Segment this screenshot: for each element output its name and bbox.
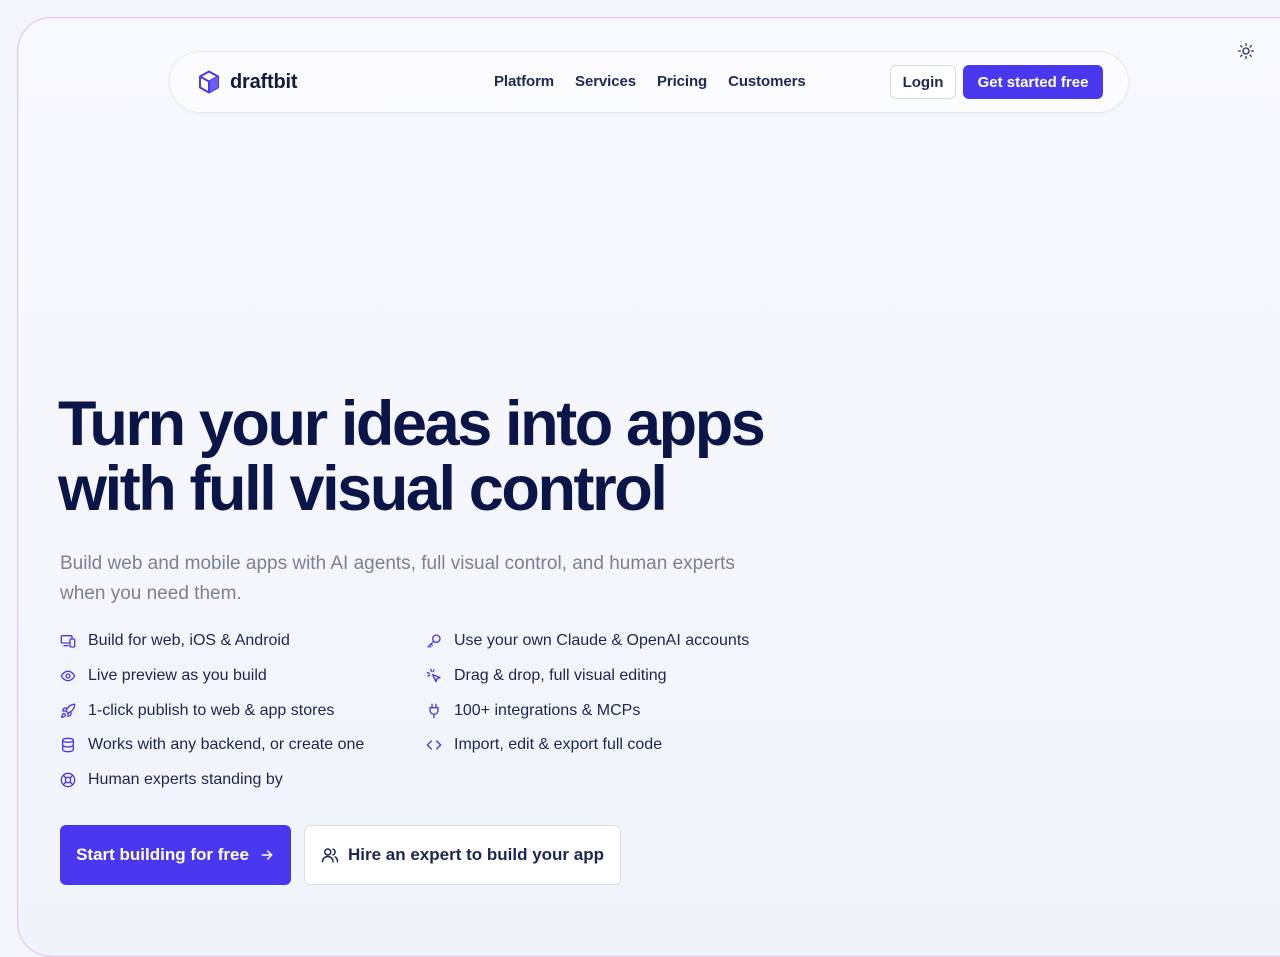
cube-logo-icon	[199, 70, 219, 94]
feature-item: Build for web, iOS & Android	[60, 632, 290, 650]
feature-item: Works with any backend, or create one	[60, 736, 364, 754]
theme-toggle-button[interactable]	[1235, 40, 1257, 62]
nav-link-customers[interactable]: Customers	[728, 73, 806, 90]
brand-name: draftbit	[230, 70, 298, 93]
lifebuoy-icon	[60, 772, 76, 788]
feature-label: Build for web, iOS & Android	[88, 632, 290, 649]
logo-link[interactable]: draftbit	[198, 70, 297, 94]
feature-label: Use your own Claude & OpenAI accounts	[454, 632, 750, 649]
devices-icon	[60, 635, 76, 648]
login-button[interactable]: Login	[890, 65, 956, 99]
eye-icon	[60, 670, 76, 682]
hero-subtext: Build web and mobile apps with AI agents…	[60, 553, 735, 604]
hero-headline: Turn your ideas into apps with full visu…	[58, 392, 818, 522]
rocket-icon	[61, 703, 76, 718]
feature-label: 1-click publish to web & app stores	[88, 702, 335, 719]
feature-item: Drag & drop, full visual editing	[426, 667, 667, 685]
hero-headline-line2: with full visual control	[58, 454, 668, 524]
feature-item: Use your own Claude & OpenAI accounts	[426, 632, 749, 650]
feature-item: Human experts standing by	[60, 771, 283, 789]
key-icon	[427, 634, 441, 648]
feature-label: Works with any backend, or create one	[88, 736, 365, 753]
nav-link-pricing[interactable]: Pricing	[657, 73, 707, 90]
get-started-button[interactable]: Get started free	[963, 65, 1103, 99]
feature-item: 100+ integrations & MCPs	[426, 702, 640, 720]
hero-headline-line1: Turn your ideas into apps	[58, 389, 766, 459]
feature-item: 1-click publish to web & app stores	[60, 702, 334, 720]
feature-item: Live preview as you build	[60, 667, 267, 685]
top-navigation: draftbit Platform Services Pricing Custo…	[169, 51, 1129, 113]
hire-expert-button[interactable]: Hire an expert to build your app	[304, 825, 621, 885]
nav-link-services[interactable]: Services	[575, 73, 636, 90]
users-icon	[321, 848, 339, 863]
hire-expert-label: Hire an expert to build your app	[348, 845, 604, 864]
feature-label: 100+ integrations & MCPs	[454, 702, 641, 719]
plug-icon	[429, 703, 439, 719]
cursor-click-icon	[426, 668, 441, 683]
arrow-right-icon	[261, 850, 273, 860]
feature-item: Import, edit & export full code	[426, 736, 662, 754]
feature-label: Drag & drop, full visual editing	[454, 667, 667, 684]
nav-links: Platform Services Pricing Customers	[494, 73, 806, 90]
feature-label: Human experts standing by	[88, 771, 283, 788]
database-icon	[62, 737, 74, 753]
sun-icon	[1237, 42, 1255, 60]
start-building-label: Start building for free	[76, 845, 249, 864]
code-icon	[426, 740, 442, 750]
feature-label: Import, edit & export full code	[454, 736, 663, 753]
start-building-button[interactable]: Start building for free	[60, 825, 291, 885]
nav-link-platform[interactable]: Platform	[494, 73, 554, 90]
feature-label: Live preview as you build	[88, 667, 267, 684]
